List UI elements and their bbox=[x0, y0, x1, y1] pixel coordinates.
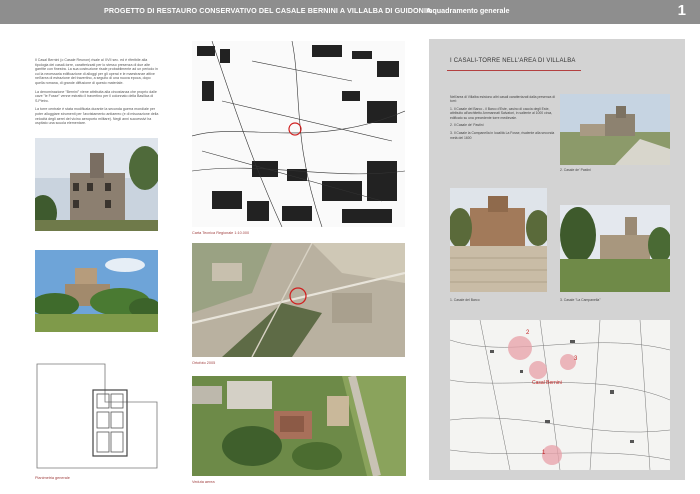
caption-aerial: Veduta aerea bbox=[192, 480, 215, 484]
panel-title-underline bbox=[447, 70, 581, 71]
page-number: 1 bbox=[677, 2, 686, 19]
panel-paragraph: Nell'area di Villalba esistono altri cas… bbox=[450, 95, 555, 104]
barco-photo bbox=[450, 188, 547, 292]
villalba-map: 2 3 Casal Bernini 1 bbox=[450, 320, 670, 470]
intro-paragraph: Il Casal Bernini (o Casale Reunon) risal… bbox=[35, 58, 159, 85]
intro-paragraph: La torre centrale è stata modificata dur… bbox=[35, 107, 159, 126]
floor-plan bbox=[35, 362, 159, 470]
map-label-bernini: Casal Bernini bbox=[532, 380, 562, 386]
panel-paragraph: 1. Il Casale del Barco - il Barco d'Este… bbox=[450, 107, 553, 120]
panel-paragraph: 3. Il Casale la Campanella in località L… bbox=[450, 131, 555, 140]
caption-plan: Planimetria generale bbox=[35, 476, 70, 480]
panel-title: I CASALI-TORRE NELL'AREA DI VILLALBA bbox=[450, 58, 576, 64]
ctr-map bbox=[192, 41, 405, 227]
campanella-photo bbox=[560, 205, 670, 292]
caption-barco: 1. Casale del Barco bbox=[450, 298, 480, 302]
caption-campanella: 3. Casale "La Campanella" bbox=[560, 298, 601, 302]
header-band: PROGETTO DI RESTAURO CONSERVATIVO DEL CA… bbox=[0, 0, 700, 24]
caption-ortho: Ortofoto 2005 bbox=[192, 361, 216, 365]
intro-paragraph: La denominazione "Bernini" viene attribu… bbox=[35, 89, 157, 103]
aerial-photo bbox=[192, 376, 406, 476]
project-title: PROGETTO DI RESTAURO CONSERVATIVO DEL CA… bbox=[104, 6, 432, 15]
panel-text: Nell'area di Villalba esistono altri cas… bbox=[450, 95, 556, 143]
ortho-photo bbox=[192, 243, 405, 357]
caption-ctr: Carta Tecnica Regionale 1:10.000 bbox=[192, 231, 250, 235]
pastini-photo bbox=[560, 94, 670, 165]
casale-photo-front bbox=[35, 138, 158, 231]
caption-pastini: 2. Casale de' Pastini bbox=[560, 168, 591, 172]
intro-text: Il Casal Bernini (o Casale Reunon) risal… bbox=[35, 58, 160, 130]
casale-photo-trees bbox=[35, 250, 158, 332]
section-title: Inquadramento generale bbox=[426, 6, 510, 15]
panel-paragraph: 2. Il Casale de' Pastini bbox=[450, 123, 484, 128]
